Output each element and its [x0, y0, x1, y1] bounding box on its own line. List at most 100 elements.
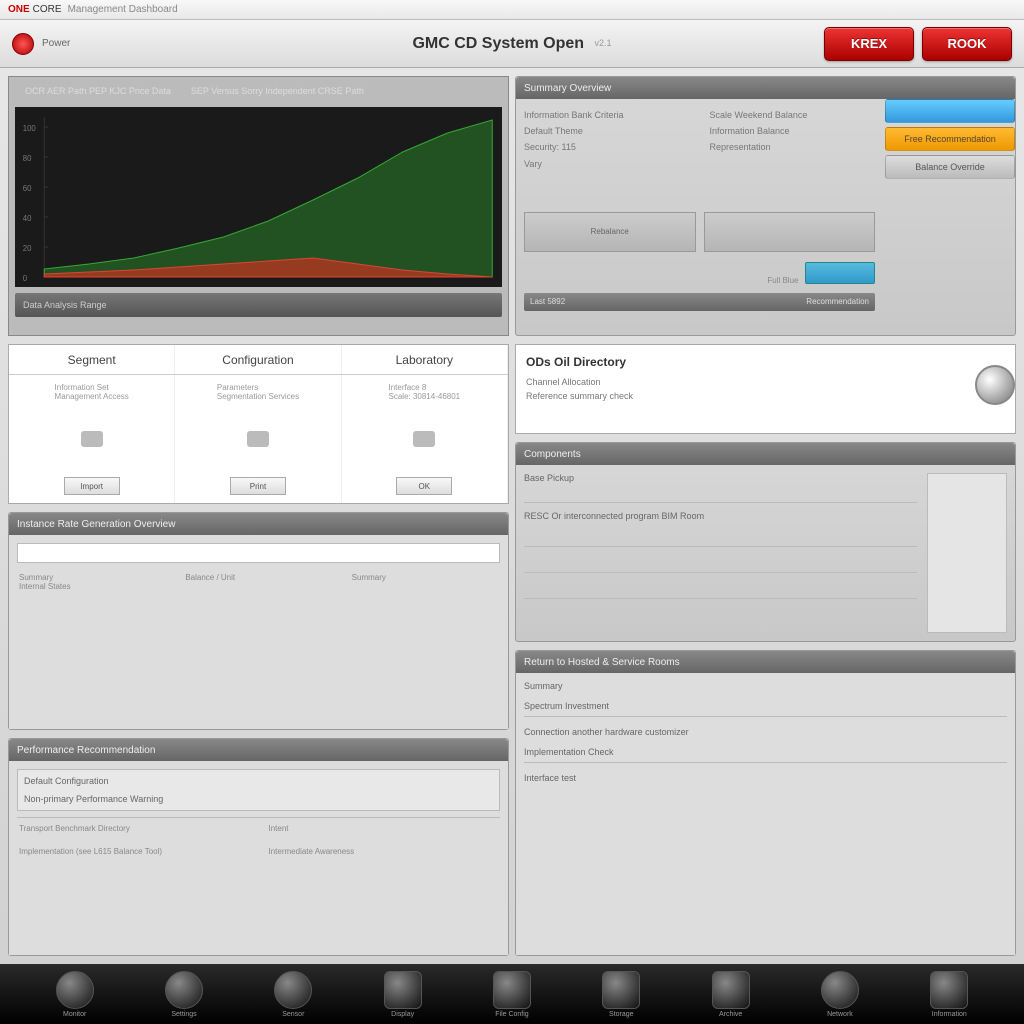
gear-icon — [165, 971, 203, 1009]
tricard: Segment Configuration Laboratory Informa… — [8, 344, 509, 504]
toggle-icon[interactable] — [81, 431, 103, 447]
ytick-4: 80 — [23, 154, 32, 163]
tricard-1-line2: Management Access — [55, 392, 129, 401]
svc-l4: Implementation Check — [524, 747, 1007, 763]
comp-row4 — [524, 555, 917, 573]
ok-button[interactable]: OK — [396, 477, 452, 495]
sum-r2: Information Balance — [710, 123, 876, 139]
colA-v1: Internal States — [19, 582, 165, 591]
components-panel: Components Base Pickup RESC Or interconn… — [515, 442, 1016, 642]
topbar-subtitle: Management Dashboard — [68, 4, 178, 15]
chart-panel: OCR AER Path PEP KJC Price Data SEP Vers… — [8, 76, 509, 336]
import-button[interactable]: Import — [64, 477, 120, 495]
sum-l3: Security: 115 — [524, 139, 690, 155]
chart-area: 0 20 40 60 80 100 — [15, 107, 502, 287]
action-blue-button[interactable] — [885, 99, 1015, 123]
arrow-icon[interactable] — [247, 431, 269, 447]
module-icon[interactable] — [413, 431, 435, 447]
sum-r1: Scale Weekend Balance — [710, 107, 876, 123]
chart-tab-1[interactable]: OCR AER Path PEP KJC Price Data — [15, 83, 181, 103]
dock-item-6[interactable]: Archive — [712, 971, 750, 1018]
dock-item-0[interactable]: Monitor — [56, 971, 94, 1018]
brand-primary: ONE — [8, 4, 30, 15]
small-blue-button[interactable] — [805, 262, 875, 284]
header: Power GMC CD System Open v2.1 KREX ROOK — [0, 20, 1024, 68]
left-column: OCR AER Path PEP KJC Price Data SEP Vers… — [8, 76, 509, 956]
perf-line2: Non-primary Performance Warning — [24, 794, 493, 804]
summary-panel: Summary Overview Information Bank Criter… — [515, 76, 1016, 336]
comp-row5 — [524, 581, 917, 599]
sum-l1: Information Bank Criteria — [524, 107, 690, 123]
colA-h2: Balance / Unit — [185, 573, 331, 582]
info-card: ODs Oil Directory Channel Allocation Ref… — [515, 344, 1016, 434]
tricard-head-configuration[interactable]: Configuration — [175, 345, 341, 374]
action-gray-button[interactable]: Balance Override — [885, 155, 1015, 179]
file-icon — [493, 971, 531, 1009]
dock-item-4[interactable]: File Config — [493, 971, 531, 1018]
instance-search-bar[interactable] — [17, 543, 500, 563]
colA-h3: Summary — [352, 573, 498, 582]
action-orange-button[interactable]: Free Recommendation — [885, 127, 1015, 151]
rook-button[interactable]: ROOK — [922, 27, 1012, 61]
perf-f4: Intermediate Awareness — [269, 847, 499, 856]
summary-panel-title: Summary Overview — [516, 77, 1015, 99]
svc-l5: Interface test — [524, 773, 1007, 783]
info-icon — [930, 971, 968, 1009]
instance-panel: Instance Rate Generation Overview Summar… — [8, 512, 509, 730]
app-version: v2.1 — [595, 38, 612, 48]
dock-item-5[interactable]: Storage — [602, 971, 640, 1018]
performance-panel: Performance Recommendation Default Confi… — [8, 738, 509, 956]
archive-icon — [712, 971, 750, 1009]
tricard-head-segment[interactable]: Segment — [9, 345, 175, 374]
ytick-5: 100 — [23, 124, 37, 133]
ytick-2: 40 — [23, 214, 32, 223]
dock-item-1[interactable]: Settings — [165, 971, 203, 1018]
service-panel: Return to Hosted & Service Rooms Summary… — [515, 650, 1016, 956]
network-icon — [821, 971, 859, 1009]
instance-panel-title: Instance Rate Generation Overview — [9, 513, 508, 535]
service-panel-title: Return to Hosted & Service Rooms — [516, 651, 1015, 673]
performance-panel-title: Performance Recommendation — [9, 739, 508, 761]
summary-box-1[interactable]: Rebalance — [524, 212, 696, 252]
info-card-line1: Channel Allocation — [526, 375, 1005, 389]
svc-l1: Summary — [524, 681, 1007, 691]
krex-button[interactable]: KREX — [824, 27, 914, 61]
comp-row3 — [524, 529, 917, 547]
chart-tab-2[interactable]: SEP Versus Sorry Independent CRSE Path — [181, 83, 374, 103]
main-area: OCR AER Path PEP KJC Price Data SEP Vers… — [0, 68, 1024, 964]
colA-h1: Summary — [19, 573, 165, 582]
svc-l3: Connection another hardware customizer — [524, 727, 1007, 737]
dock: Monitor Settings Sensor Display File Con… — [0, 964, 1024, 1024]
ytick-0: 0 — [23, 274, 28, 283]
dock-item-7[interactable]: Network — [821, 971, 859, 1018]
tricard-head-laboratory[interactable]: Laboratory — [342, 345, 508, 374]
info-card-title: ODs Oil Directory — [526, 355, 1005, 369]
tricard-col-1: Information Set Management Access Import — [9, 375, 175, 503]
comp-row1: Base Pickup — [524, 473, 917, 503]
power-icon[interactable] — [12, 33, 34, 55]
dock-item-8[interactable]: Information — [930, 971, 968, 1018]
strip-right: Recommendation — [806, 297, 869, 306]
tricard-2-line2: Segmentation Services — [217, 392, 299, 401]
pill-label: Full Blue — [767, 276, 798, 285]
sum-r3: Representation — [710, 139, 876, 155]
strip-left: Last 5892 — [530, 297, 565, 306]
print-button[interactable]: Print — [230, 477, 286, 495]
dock-item-2[interactable]: Sensor — [274, 971, 312, 1018]
brand-secondary: CORE — [33, 4, 62, 15]
summary-box-2[interactable] — [704, 212, 876, 252]
dock-item-3[interactable]: Display — [384, 971, 422, 1018]
tricard-1-line1: Information Set — [55, 383, 129, 392]
perf-f2: Implementation (see L615 Balance Tool) — [19, 847, 249, 856]
sum-l4: Vary — [524, 156, 690, 172]
ytick-1: 20 — [23, 244, 32, 253]
tricard-col-2: Parameters Segmentation Services Print — [175, 375, 341, 503]
perf-f3: Intent — [269, 824, 499, 833]
sensor-icon — [274, 971, 312, 1009]
components-panel-title: Components — [516, 443, 1015, 465]
comp-row2: RESC Or interconnected program BIM Room — [524, 511, 917, 521]
dial-knob[interactable] — [975, 365, 1015, 405]
ytick-3: 60 — [23, 184, 32, 193]
info-card-line2: Reference summary check — [526, 389, 1005, 403]
tricard-3-line1: Interface 8 — [389, 383, 461, 392]
